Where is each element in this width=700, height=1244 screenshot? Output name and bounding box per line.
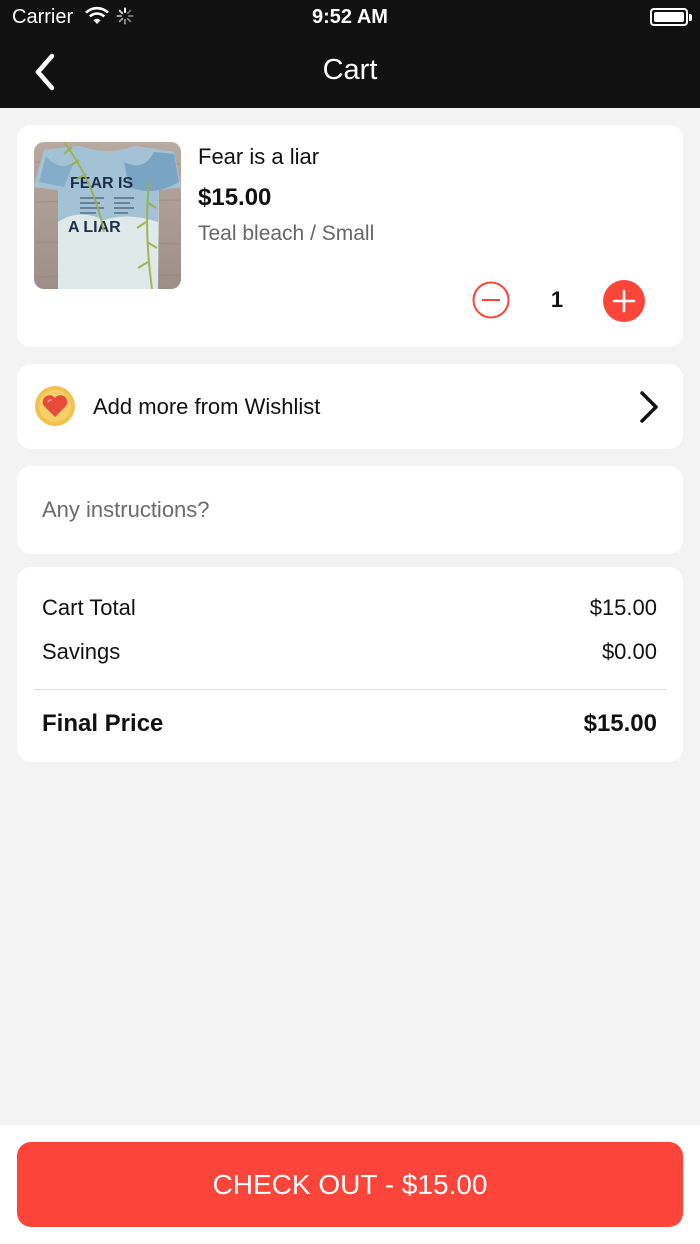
top-bar: Carrier 9:52 AM Cart	[0, 0, 700, 108]
price-summary-card: Cart Total $15.00 Savings $0.00 Final Pr…	[17, 567, 683, 762]
instructions-input[interactable]	[42, 488, 662, 532]
cart-total-label: Cart Total	[42, 595, 136, 620]
checkout-button[interactable]: CHECK OUT - $15.00	[17, 1142, 683, 1227]
page-title: Cart	[322, 54, 378, 86]
chevron-right-icon	[637, 390, 661, 424]
product-price: $15.00	[198, 184, 272, 211]
instructions-card	[17, 466, 683, 554]
product-name[interactable]: Fear is a liar	[198, 144, 319, 170]
final-price-label: Final Price	[42, 710, 164, 737]
summary-divider	[34, 689, 666, 690]
quantity-value: 1	[550, 287, 564, 312]
wishlist-label: Add more from Wishlist	[93, 394, 321, 419]
savings-value: $0.00	[601, 639, 657, 664]
shirt-print-line-2: A LIAR	[68, 219, 121, 236]
final-price-value: $15.00	[583, 710, 657, 737]
plus-circle-icon	[603, 280, 645, 322]
battery-icon	[650, 8, 692, 26]
savings-label: Savings	[42, 639, 121, 664]
decrease-quantity-button[interactable]	[472, 281, 510, 319]
minus-circle-icon	[472, 281, 510, 319]
wishlist-row[interactable]: Add more from Wishlist	[17, 364, 683, 449]
status-time: 9:52 AM	[312, 6, 388, 28]
increase-quantity-button[interactable]	[603, 280, 645, 322]
cart-item-card: FEAR IS A LIAR Fear is a liar $15.00 Tea…	[17, 125, 683, 347]
product-variant: Teal bleach / Small	[198, 222, 375, 245]
heart-icon	[35, 386, 75, 426]
nav-bar: Cart	[0, 36, 700, 108]
cart-total-value: $15.00	[589, 595, 657, 620]
product-image[interactable]: FEAR IS A LIAR	[34, 142, 181, 289]
checkout-bar: CHECK OUT - $15.00	[0, 1125, 700, 1244]
status-bar: Carrier 9:52 AM	[0, 0, 700, 36]
